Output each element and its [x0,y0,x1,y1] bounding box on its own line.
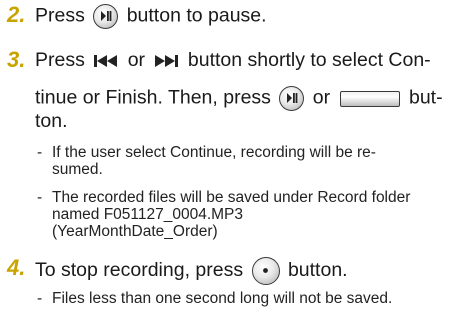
step-3-text-post: button shortly to select Con- [187,49,431,71]
step-4-text-pre: To stop recording, press [35,259,244,282]
step-3-line2-or: or [312,86,331,109]
step-3-text-or: or [127,49,146,71]
note-dash: - [37,189,43,206]
step-2-text-post: button to pause. [126,4,267,27]
step-3-line-3: ton. [35,110,68,132]
step-2-line: Press button to pause. [35,4,267,29]
skip-forward-icon [153,54,179,68]
note-files-line-2: named F051127_0004.MP3 [52,206,244,223]
step-number-4: 4. [7,255,26,280]
step-number-3: 3. [7,47,26,72]
play-pause-icon [279,86,305,111]
note-dash: - [37,290,43,307]
step-2-text-pre: Press [35,4,85,27]
play-pause-icon [93,4,119,29]
step-3-line-2: tinue or Finish. Then, press or but- [35,86,443,111]
step-3-line2-post: but- [408,86,443,109]
step-4-line: To stop recording, press button. [35,257,348,285]
note-short-files: Files less than one second long will not… [52,290,393,307]
step-number-2: 2. [7,2,26,27]
note-files-line-1: The recorded files will be saved under R… [52,189,411,206]
stop-dot-icon [251,257,280,285]
record-bar-icon [339,90,400,107]
note-dash: - [37,144,43,161]
note-files-line-3: (YearMonthDate_Order) [52,223,218,240]
step-4-text-post: button. [287,259,348,282]
step-3-line2-pre: tinue or Finish. Then, press [35,86,271,109]
skip-back-icon [93,54,119,68]
step-3-text-pre: Press [35,49,85,71]
note-continue-line-1: If the user select Continue, recording w… [52,144,376,161]
step-3-line-1: Press or button shortly to select Con- [35,49,431,71]
note-continue-line-2: sumed. [52,161,103,178]
